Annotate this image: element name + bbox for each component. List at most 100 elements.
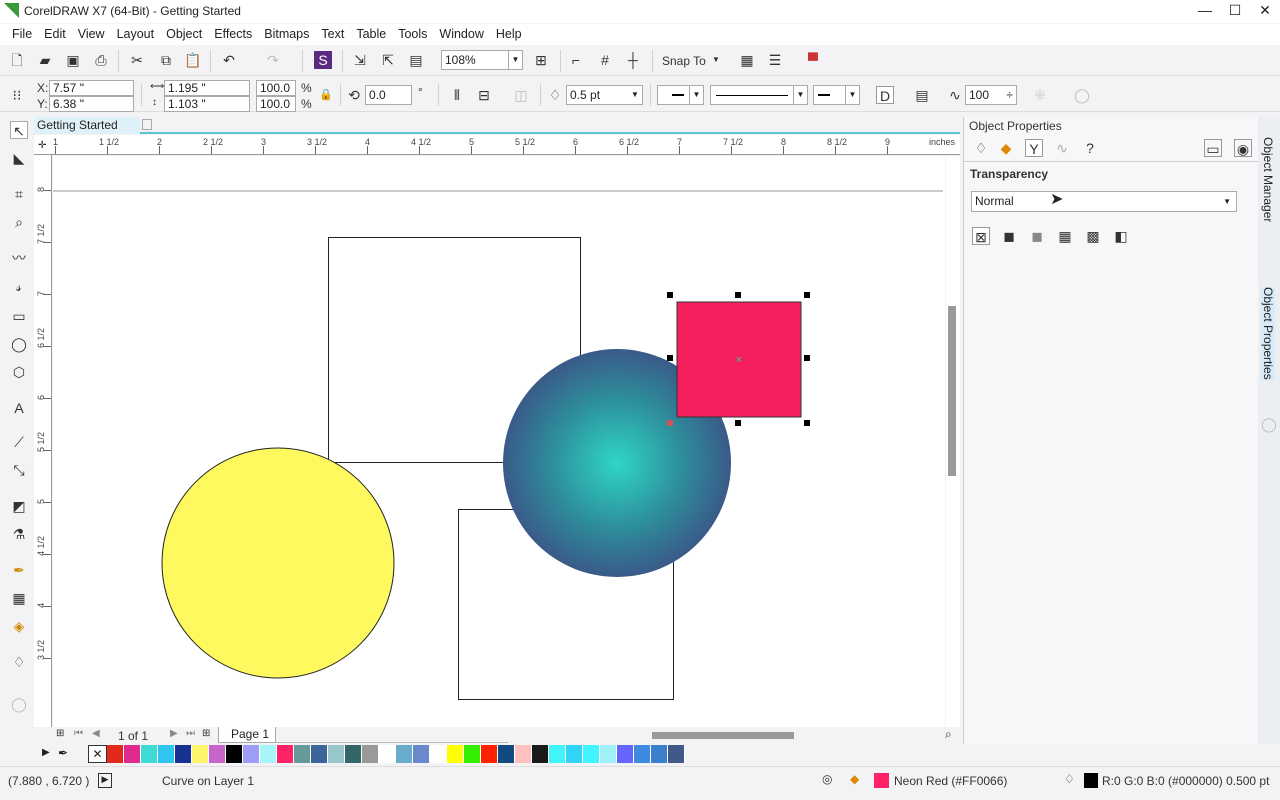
horizontal-scrollbar-thumb[interactable] [652,732,794,739]
color-swatch[interactable] [668,745,685,763]
no-color-swatch[interactable]: ✕ [88,745,107,763]
welcome-screen-icon[interactable]: ▀ [804,51,822,69]
menu-bitmaps[interactable]: Bitmaps [258,24,315,44]
fill-color-swatch[interactable] [874,773,889,788]
scrollbar-thumb[interactable] [948,306,956,476]
guidelines-icon[interactable]: ┼ [624,51,642,69]
color-swatch[interactable] [124,745,141,763]
vertical-scrollbar[interactable] [946,156,960,727]
bitmap-pattern-transparency-icon[interactable]: ▩ [1084,227,1102,245]
menu-layout[interactable]: Layout [111,24,161,44]
crop-tool-icon[interactable]: ⌗ [10,185,28,203]
color-swatch[interactable] [651,745,668,763]
menu-text[interactable]: Text [315,24,350,44]
color-swatch[interactable] [498,745,515,763]
color-swatch[interactable] [294,745,311,763]
palette-scroll-icon[interactable]: ▶ [42,747,50,758]
save-icon[interactable]: ▣ [64,51,82,69]
connector-tool-icon[interactable]: ⤡ [10,461,28,479]
rulers-icon[interactable]: ⌐ [567,51,585,69]
artistic-media-tool-icon[interactable]: 𝓈 [10,277,28,295]
color-swatch[interactable] [345,745,362,763]
tab-object-properties[interactable]: Object Properties [1261,287,1275,380]
redo-icon[interactable]: ↷ [264,51,282,69]
transparency-mode-select[interactable]: Normal ▼ [971,191,1237,212]
snap-to-button[interactable]: Snap To [662,54,706,68]
quick-customize-icon[interactable]: ◯ [10,695,28,713]
quick-customize-icon[interactable]: ◯ [1260,415,1278,433]
paste-icon[interactable]: 📋 [184,51,202,69]
minimize-button[interactable]: — [1190,2,1220,20]
interactive-fill-tool-icon[interactable]: ▦ [10,589,28,607]
tab-options-icon[interactable] [142,119,152,130]
eyedropper-icon[interactable]: ✒ [58,746,68,760]
scale-x-field[interactable]: 100.0 [256,80,296,96]
close-button[interactable]: ✕ [1250,2,1280,20]
color-swatch[interactable] [175,745,192,763]
previous-page-icon[interactable]: ◀ [92,728,100,739]
color-swatch[interactable] [566,745,583,763]
color-swatch[interactable] [260,745,277,763]
export-icon[interactable]: ⇱ [379,51,397,69]
new-icon[interactable]: 🗋 [8,51,26,69]
copy-icon[interactable]: ⧉ [157,51,175,69]
zoom-navigator-icon[interactable]: ⌕ [945,727,952,742]
shape-tool-icon[interactable]: ◣ [10,149,28,167]
drop-shadow-tool-icon[interactable]: ◩ [10,497,28,515]
color-swatch[interactable] [243,745,260,763]
transparency-properties-icon[interactable]: Y [1025,139,1043,157]
maximize-button[interactable]: ☐ [1220,2,1250,20]
color-swatch[interactable] [141,745,158,763]
last-page-icon[interactable]: ⏭ [186,728,195,739]
next-page-icon[interactable]: ▶ [170,728,178,739]
tab-object-manager[interactable]: Object Manager [1261,137,1275,222]
options-icon[interactable]: ▦ [738,51,756,69]
zoom-tool-icon[interactable]: ⌕ [10,213,28,231]
grid-icon[interactable]: # [596,51,614,69]
color-swatch[interactable] [192,745,209,763]
open-icon[interactable]: ▰ [36,51,54,69]
horizontal-ruler[interactable]: 11 1/2 2 2 1/2 3 3 1/2 4 4 1/2 5 5 1/2 6 6 1/2 7 7 1… [34,135,960,155]
color-swatch[interactable] [328,745,345,763]
close-curve-icon[interactable]: D [876,86,894,104]
page-tab[interactable]: Page 1 [218,727,276,743]
color-swatch[interactable] [464,745,481,763]
pick-tool-icon[interactable]: ↖ [10,121,28,139]
rectangle-tool-icon[interactable]: ▭ [10,307,28,325]
menu-view[interactable]: View [72,24,111,44]
application-launcher-icon[interactable]: ☰ [766,51,784,69]
vertical-ruler[interactable]: 87 1/2 7 6 1/2 6 5 1/2 5 4 1/2 4 3 1/2 [34,155,52,727]
outline-properties-icon[interactable]: ♢ [972,139,990,157]
reference-point-icon[interactable]: ⁝⁝ [8,86,26,104]
smoothing-field[interactable]: 100 ÷ [965,85,1017,105]
color-swatch[interactable] [379,745,396,763]
menu-file[interactable]: File [6,24,38,44]
expand-status-icon[interactable]: ▶ [98,773,112,788]
drawing-canvas[interactable]: × [53,156,945,727]
line-style-select[interactable]: ▼ [710,85,808,105]
yellow-circle-shape[interactable] [161,447,395,679]
document-tab[interactable]: Getting Started [34,117,140,134]
polygon-tool-icon[interactable]: ⬡ [10,363,28,381]
x-position-field[interactable]: 7.57 " [49,80,134,96]
undo-icon[interactable]: ↶ [220,51,238,69]
wrap-text-icon[interactable]: ▤ [913,86,931,104]
color-swatch[interactable] [515,745,532,763]
full-screen-preview-icon[interactable]: ⊞ [532,51,550,69]
menu-help[interactable]: Help [490,24,528,44]
color-swatch[interactable] [600,745,617,763]
menu-table[interactable]: Table [350,24,392,44]
smart-fill-tool-icon[interactable]: ◈ [10,617,28,635]
color-swatch[interactable] [158,745,175,763]
curve-properties-icon[interactable]: ∿ [1053,139,1071,157]
y-position-field[interactable]: 6.38 " [49,96,134,112]
menu-edit[interactable]: Edit [38,24,72,44]
tab-view-icon[interactable]: ▭ [1204,139,1222,157]
summary-properties-icon[interactable]: ? [1081,139,1099,157]
color-swatch[interactable] [362,745,379,763]
color-swatch[interactable] [532,745,549,763]
color-swatch[interactable] [617,745,634,763]
print-icon[interactable]: ⎙ [92,51,110,69]
ellipse-tool-icon[interactable]: ◯ [10,335,28,353]
freehand-tool-icon[interactable]: 〰 [10,249,28,267]
